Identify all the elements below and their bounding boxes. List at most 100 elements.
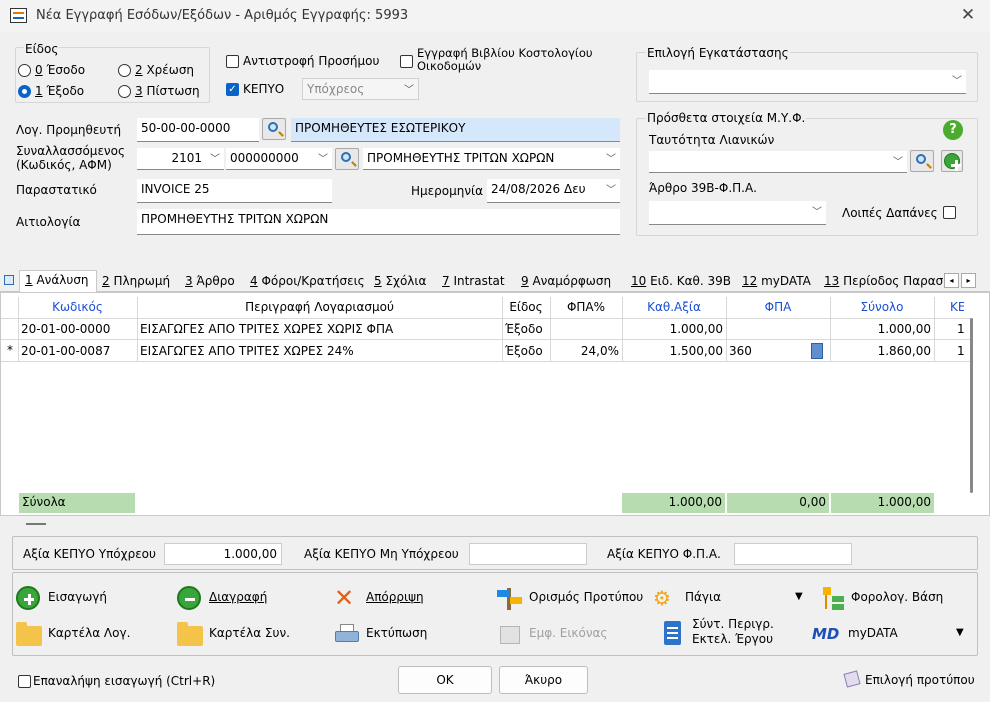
col-header-fpa-pct[interactable]: ΦΠΑ% bbox=[550, 300, 622, 320]
repeat-label: Επαναλήψη εισαγωγή (Ctrl+R) bbox=[33, 674, 216, 688]
col-header-synolo[interactable]: Σύνολο bbox=[830, 300, 934, 320]
table-cell-total[interactable]: 1.860,00 bbox=[830, 342, 934, 362]
col-header-perigrafi[interactable]: Περιγραφή Λογαριασμού bbox=[137, 300, 502, 320]
table-cell-kath[interactable]: 1.500,00 bbox=[622, 342, 726, 362]
tab-analysi[interactable]: 1 Ανάλυση bbox=[19, 270, 97, 293]
row-marker bbox=[2, 319, 18, 339]
log-promitheuti-search-button[interactable] bbox=[262, 118, 286, 140]
table-cell-code[interactable]: 20-01-00-0087 bbox=[18, 342, 137, 362]
egkatastasi-label: Επιλογή Εγκατάστασης bbox=[646, 46, 790, 60]
parastatiko-input[interactable]: INVOICE 25 bbox=[137, 179, 332, 203]
splitter-handle[interactable] bbox=[26, 523, 46, 525]
radio-pistosi[interactable] bbox=[118, 85, 131, 98]
col-header-eidos[interactable]: Είδος bbox=[502, 300, 550, 320]
tab-arthro[interactable]: 3 Άρθρο bbox=[180, 272, 240, 292]
mydata-label: myDATA bbox=[848, 626, 898, 640]
synallassomenos-name-value: ΠΡΟΜΗΘΕΥΤΗΣ ΤΡΙΤΩΝ ΧΩΡΩΝ bbox=[367, 151, 555, 165]
tautotita-select[interactable]: ﹀ bbox=[649, 151, 907, 173]
eisagogi-button[interactable]: Εισαγωγή bbox=[16, 584, 126, 612]
col-header-ke[interactable]: ΚΕ bbox=[934, 300, 964, 320]
radio-xreosi[interactable] bbox=[118, 64, 131, 77]
tautotita-search-button[interactable] bbox=[910, 150, 934, 172]
tab-scroll-right[interactable]: ▸ bbox=[961, 273, 976, 288]
diagrafi-label: Διαγραφή bbox=[209, 590, 268, 604]
synallassomenos-code[interactable]: 2101 ﹀ bbox=[137, 148, 224, 170]
app-icon bbox=[10, 8, 27, 23]
col-header-fpa[interactable]: ΦΠΑ bbox=[726, 300, 830, 320]
template-label: Επιλογή προτύπου bbox=[865, 673, 975, 687]
pagia-button[interactable]: ⚙ Πάγια ▼ bbox=[653, 584, 803, 612]
tab-anamorfosi[interactable]: 9 Αναμόρφωση bbox=[516, 272, 616, 292]
kepyo-ypoxreou-input[interactable]: 1.000,00 bbox=[164, 543, 282, 565]
kartela-syn-button[interactable]: Καρτέλα Συν. bbox=[177, 620, 307, 648]
table-cell-ke[interactable]: 1 bbox=[954, 342, 968, 362]
ok-button[interactable]: OK bbox=[398, 666, 492, 694]
table-cell-eidos[interactable]: Έξοδο bbox=[502, 342, 550, 362]
forologiki-vasi-button[interactable]: Φορολογ. Βάση bbox=[819, 584, 969, 612]
calculator-icon[interactable] bbox=[811, 343, 823, 359]
cancel-button[interactable]: Άκυρο bbox=[499, 666, 588, 694]
kartela-log-button[interactable]: Καρτέλα Λογ. bbox=[16, 620, 146, 648]
aporripsi-button[interactable]: ✕ Απόρριψη bbox=[334, 584, 444, 612]
kepyo-select-value: Υπόχρεος bbox=[307, 82, 365, 96]
synallassomenos-afm-value: 000000000 bbox=[230, 151, 299, 165]
table-cell-fpa-pct[interactable]: 24,0% bbox=[550, 342, 622, 362]
tautotita-add-button[interactable] bbox=[941, 150, 963, 172]
col-header-kath-axia[interactable]: Καθ.Αξία bbox=[622, 300, 726, 320]
ektyposi-button[interactable]: Εκτύπωση bbox=[334, 620, 454, 648]
synallassomenos-search-button[interactable] bbox=[335, 148, 359, 170]
table-cell-fpa-pct[interactable] bbox=[550, 320, 622, 340]
caret-down-icon[interactable]: ▼ bbox=[795, 591, 803, 602]
aporripsi-label: Απόρριψη bbox=[366, 590, 424, 604]
printer-icon bbox=[334, 622, 360, 646]
grid-scrollbar[interactable] bbox=[970, 318, 973, 493]
imerominia-picker[interactable]: 24/08/2026 Δευ ﹀ bbox=[487, 179, 620, 203]
table-cell-fpa[interactable] bbox=[726, 320, 830, 340]
diagrafi-button[interactable]: Διαγραφή bbox=[177, 584, 287, 612]
radio-exodo[interactable] bbox=[18, 85, 31, 98]
table-cell-total[interactable]: 1.000,00 bbox=[830, 320, 934, 340]
kepyo-mi-ypoxreou-input[interactable] bbox=[469, 543, 587, 565]
antistrofi-checkbox[interactable] bbox=[226, 55, 239, 68]
imerominia-value: 24/08/2026 Δευ bbox=[491, 182, 586, 196]
mydata-button[interactable]: MD myDATA ▼ bbox=[812, 620, 972, 648]
caret-down-icon[interactable]: ▼ bbox=[956, 627, 964, 638]
kepyo-fpa-input[interactable] bbox=[734, 543, 852, 565]
tab-scroll-left[interactable]: ◂ bbox=[944, 273, 959, 288]
tab-eid-kath[interactable]: 10 Ειδ. Καθ. 39Β bbox=[626, 272, 736, 292]
synallassomenos-afm[interactable]: 000000000 ﹀ bbox=[226, 148, 332, 170]
repeat-checkbox[interactable] bbox=[18, 675, 31, 688]
col-header-kodikos[interactable]: Κωδικός bbox=[18, 300, 137, 320]
table-cell-code[interactable]: 20-01-00-0000 bbox=[18, 320, 137, 340]
help-icon[interactable]: ? bbox=[943, 120, 963, 140]
tab-periodos[interactable]: 13 Περίοδος Παραστ bbox=[819, 272, 943, 292]
tab-intrastat[interactable]: 7 Intrastat bbox=[437, 272, 510, 292]
kepyo-checkbox[interactable]: ✓ bbox=[226, 83, 239, 96]
synallassomenos-name[interactable]: ΠΡΟΜΗΘΕΥΤΗΣ ΤΡΙΤΩΝ ΧΩΡΩΝ ﹀ bbox=[363, 148, 620, 170]
table-cell-ke[interactable]: 1 bbox=[954, 320, 968, 340]
kostologio-checkbox[interactable] bbox=[400, 55, 413, 68]
table-cell-eidos[interactable]: Έξοδο bbox=[502, 320, 550, 340]
close-icon[interactable]: ✕ bbox=[958, 4, 978, 26]
table-cell-fpa[interactable]: 360 bbox=[726, 342, 806, 362]
tab-mydata[interactable]: 12 myDATA bbox=[737, 272, 816, 292]
tab-sxolia[interactable]: 5 Σχόλια bbox=[369, 272, 431, 292]
loipes-checkbox[interactable] bbox=[943, 206, 956, 219]
table-cell-desc[interactable]: ΕΙΣΑΓΩΓΕΣ ΑΠΟ ΤΡΙΤΕΣ ΧΩΡΕΣ ΧΩΡΙΣ ΦΠΑ bbox=[137, 320, 502, 340]
grid-icon bbox=[4, 275, 14, 285]
template-select-button[interactable]: Επιλογή προτύπου bbox=[843, 668, 983, 696]
gears-icon: ⚙ bbox=[653, 586, 671, 610]
orismos-protypou-button[interactable]: Ορισμός Προτύπου bbox=[497, 584, 647, 612]
kepyo-select[interactable]: Υπόχρεος ﹀ bbox=[302, 78, 419, 100]
table-cell-desc[interactable]: ΕΙΣΑΓΩΓΕΣ ΑΠΟ ΤΡΙΤΕΣ ΧΩΡΕΣ 24% bbox=[137, 342, 502, 362]
radio-esodo[interactable] bbox=[18, 64, 31, 77]
arthro-select[interactable]: ﹀ bbox=[649, 201, 826, 225]
egkatastasi-select[interactable]: ﹀ bbox=[649, 70, 966, 94]
aitiologia-input[interactable]: ΠΡΟΜΗΘΕΥΤΗΣ ΤΡΙΤΩΝ ΧΩΡΩΝ bbox=[137, 209, 620, 235]
eisagogi-label: Εισαγωγή bbox=[48, 590, 108, 604]
log-promitheuti-code[interactable]: 50-00-00-0000 bbox=[137, 118, 259, 142]
tab-foroi[interactable]: 4 Φόροι/Κρατήσεις bbox=[245, 272, 370, 292]
syntomi-perigrafi-button[interactable]: Σύντ. Περιγρ. Εκτελ. Έργου bbox=[660, 617, 790, 651]
table-cell-kath[interactable]: 1.000,00 bbox=[622, 320, 726, 340]
tab-pliromi[interactable]: 2 Πληρωμή bbox=[97, 272, 175, 292]
